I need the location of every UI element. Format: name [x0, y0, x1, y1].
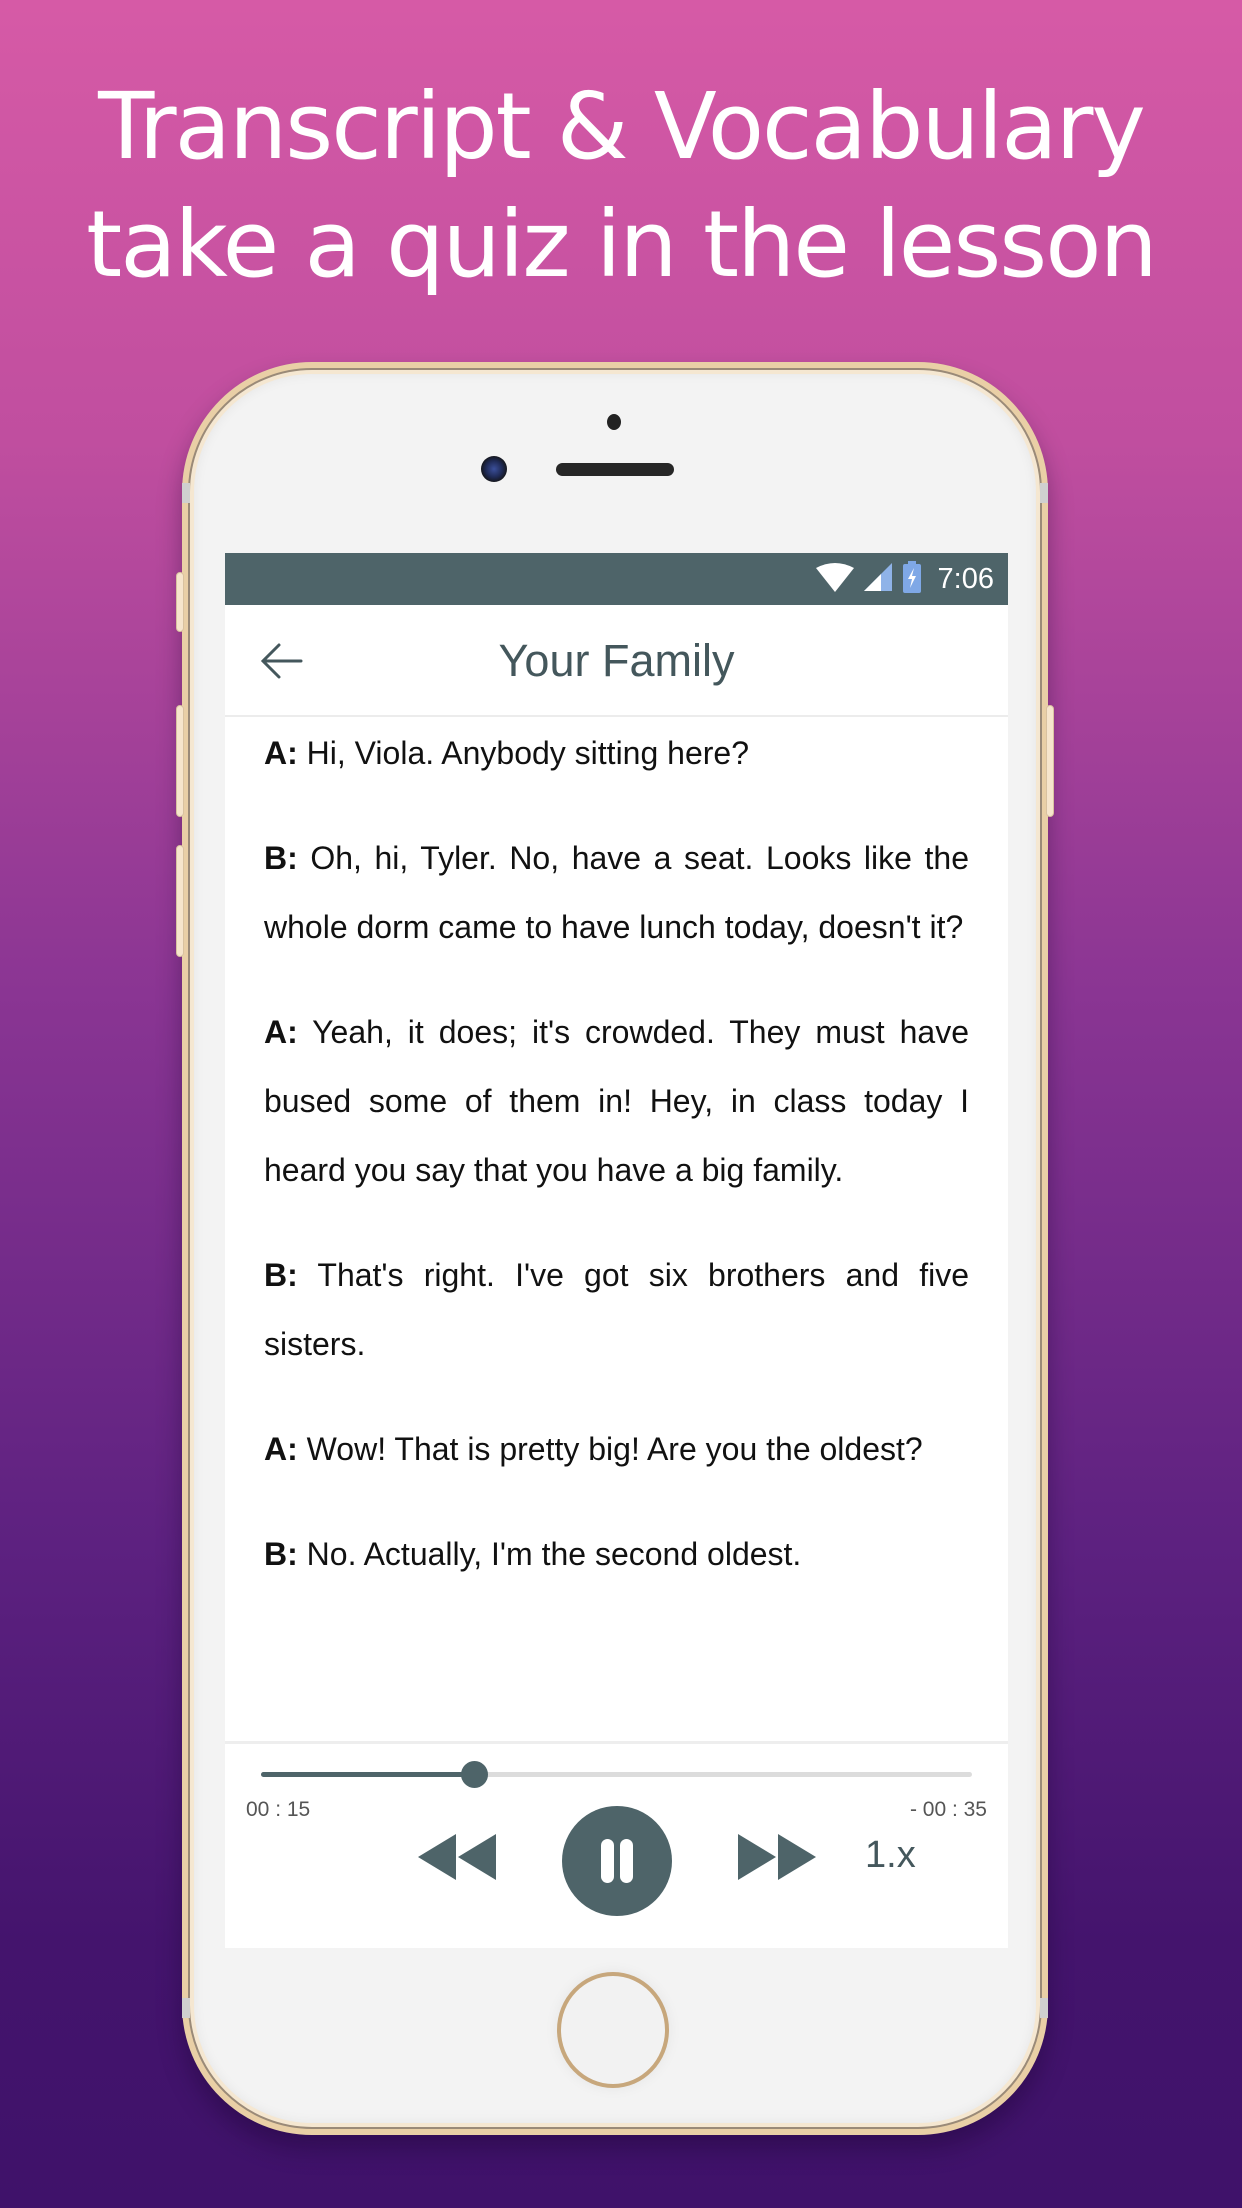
pause-icon-bar — [601, 1839, 614, 1883]
line-text: No. Actually, I'm the second oldest. — [306, 1536, 802, 1572]
speaker-label: B: — [264, 1536, 298, 1572]
proximity-sensor — [607, 414, 621, 430]
transcript-line: A: Wow! That is pretty big! Are you the … — [264, 1415, 969, 1484]
speaker-label: B: — [264, 840, 298, 876]
antenna-band-left-bottom — [182, 1998, 190, 2018]
elapsed-time: 00 : 15 — [246, 1798, 311, 1821]
promo-headline-line-1: Transcript & Vocabulary — [98, 73, 1146, 180]
cell-signal-icon — [863, 562, 892, 596]
status-bar: 7:06 — [225, 553, 1008, 605]
speaker-label: B: — [264, 1257, 298, 1293]
fast-forward-button[interactable] — [736, 1834, 816, 1880]
volume-down-button — [176, 845, 184, 957]
speaker-label: A: — [264, 1014, 298, 1050]
seek-bar[interactable] — [261, 1761, 972, 1788]
antenna-band-left-top — [182, 483, 190, 503]
wifi-icon — [815, 562, 854, 597]
battery-charging-icon — [902, 560, 922, 598]
front-camera — [481, 456, 507, 482]
play-pause-button[interactable] — [562, 1806, 672, 1916]
promo-headline: Transcript & Vocabulary take a quiz in t… — [0, 68, 1242, 304]
rewind-icon — [418, 1834, 498, 1884]
speaker-label: A: — [264, 1431, 298, 1467]
speaker-label: A: — [264, 735, 298, 771]
antenna-band-right-top — [1040, 483, 1048, 503]
transcript-line: B: Oh, hi, Tyler. No, have a seat. Looks… — [264, 824, 969, 962]
line-text: Wow! That is pretty big! Are you the old… — [306, 1431, 923, 1467]
page-title: Your Family — [498, 635, 735, 686]
line-text: That's right. I've got six brothers and … — [264, 1257, 970, 1362]
line-text: Hi, Viola. Anybody sitting here? — [306, 735, 749, 771]
transcript-line: A: Hi, Viola. Anybody sitting here? — [264, 719, 969, 788]
home-button[interactable] — [557, 1972, 669, 2088]
playback-speed-button[interactable]: 1.x — [865, 1832, 916, 1878]
earpiece-speaker — [556, 463, 674, 476]
line-text: Oh, hi, Tyler. No, have a seat. Looks li… — [264, 840, 970, 945]
seek-bar-progress — [261, 1772, 475, 1777]
status-icons: 7:06 — [815, 553, 994, 605]
promo-headline-line-2: take a quiz in the lesson — [86, 191, 1158, 298]
rewind-button[interactable] — [418, 1834, 498, 1880]
app-header: Your Family — [225, 605, 1008, 717]
fast-forward-icon — [736, 1834, 816, 1884]
remaining-time: - 00 : 35 — [909, 1798, 987, 1821]
status-time: 7:06 — [937, 562, 994, 595]
transcript[interactable]: A: Hi, Viola. Anybody sitting here? B: O… — [225, 719, 1008, 1741]
volume-up-button — [176, 705, 184, 817]
power-button — [1046, 705, 1054, 817]
back-button[interactable] — [257, 639, 307, 683]
app-screen: 7:06 Your Family A: Hi, Viola. Anybody s… — [225, 553, 1008, 1948]
seek-bar-thumb[interactable] — [461, 1761, 489, 1788]
antenna-band-right-bottom — [1040, 1998, 1048, 2018]
line-text: Yeah, it does; it's crowded. They must h… — [264, 1014, 970, 1188]
transcript-line: B: No. Actually, I'm the second oldest. — [264, 1520, 969, 1589]
pause-icon-bar — [620, 1839, 633, 1883]
transcript-line: A: Yeah, it does; it's crowded. They mus… — [264, 998, 969, 1205]
transcript-line: B: That's right. I've got six brothers a… — [264, 1241, 969, 1379]
mute-switch — [176, 572, 184, 632]
arrow-left-icon — [257, 643, 307, 687]
audio-player: 00 : 15 - 00 : 35 1.x — [225, 1741, 1008, 1948]
